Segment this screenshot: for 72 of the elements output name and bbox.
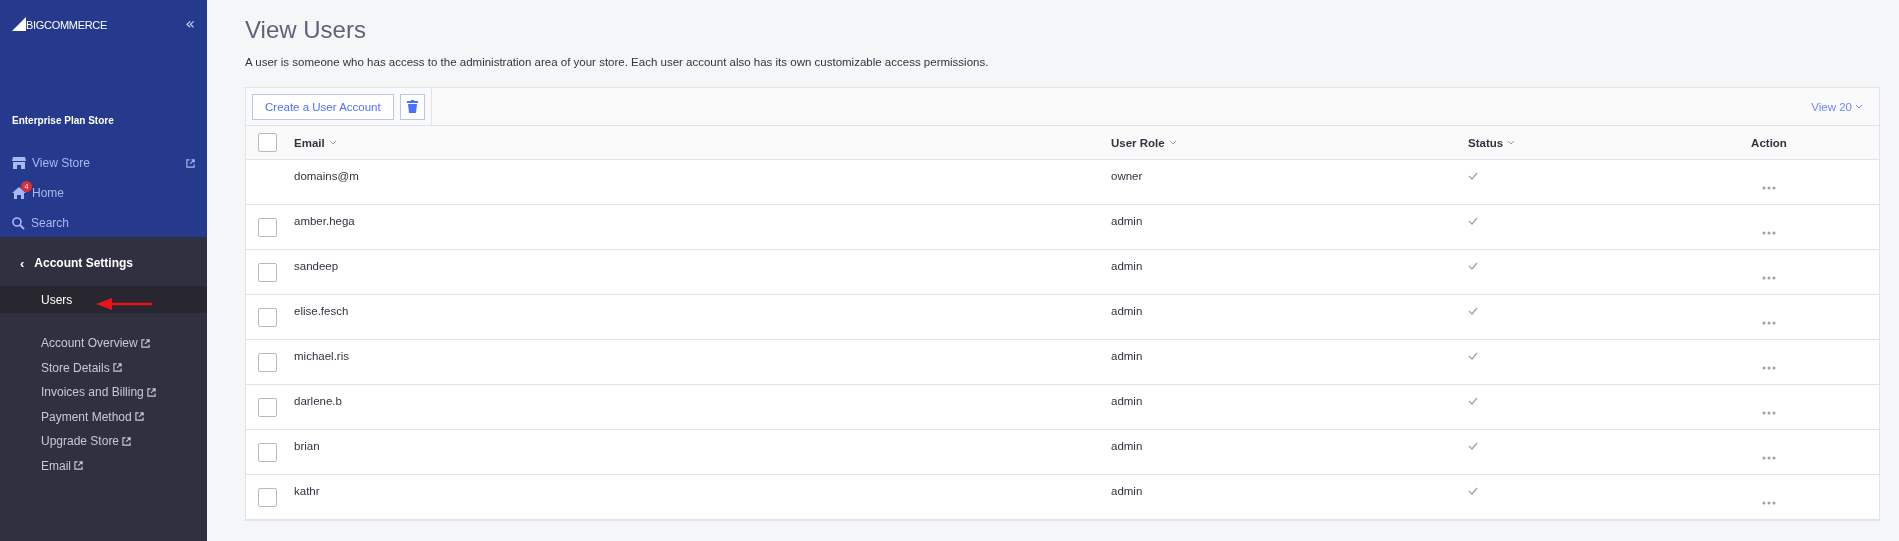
arrow-drawing [96, 298, 152, 310]
nav-label: Home [32, 186, 65, 200]
link-label: Payment Method [41, 409, 132, 424]
link-label: Invoices and Billing [41, 385, 144, 400]
column-header[interactable]: Email [294, 136, 1111, 149]
delete-button[interactable] [399, 93, 425, 120]
row-checkbox[interactable] [258, 487, 277, 507]
submenu-link[interactable]: Store Details [0, 355, 207, 380]
submenu-item[interactable]: Users [0, 286, 207, 313]
email-cell-text: michael.ris [294, 349, 350, 362]
page-title: View Users [245, 16, 367, 44]
role-cell-text: admin [1111, 214, 1144, 227]
search-icon [12, 216, 25, 230]
more-icon[interactable] [1762, 276, 1776, 280]
column-header[interactable]: User Role [1111, 136, 1468, 149]
more-icon[interactable] [1762, 456, 1776, 460]
nav-link[interactable]: View Store [12, 152, 195, 174]
role-cell-text: admin [1111, 394, 1144, 407]
column-header: Action [1751, 136, 1787, 149]
email-cell-text: darlene.b [294, 394, 343, 407]
more-icon[interactable] [1762, 321, 1776, 325]
role-cell-text: admin [1111, 484, 1144, 497]
role-cell-text: admin [1111, 439, 1144, 452]
more-icon[interactable] [1762, 411, 1776, 415]
logo-icon [12, 16, 26, 31]
create-user-button[interactable]: Create a User Account [252, 93, 394, 120]
link-label: Email [41, 458, 71, 473]
column-header[interactable]: Status [1468, 136, 1659, 149]
collapse-button[interactable]: « [185, 14, 195, 33]
more-icon[interactable] [1762, 186, 1776, 190]
row-checkbox[interactable] [258, 352, 277, 372]
email-cell-text: sandeep [294, 259, 340, 272]
page-description: A user is someone who has access to the administration area of your store. Each user account also has its own customizable access permissions. [245, 56, 990, 68]
more-icon[interactable] [1762, 231, 1776, 235]
row-checkbox[interactable] [258, 307, 277, 327]
role-cell-text: admin [1111, 304, 1144, 317]
submenu-link[interactable]: Upgrade Store [0, 429, 207, 454]
email-cell-text: brian [294, 439, 321, 452]
submenu-link[interactable]: Account Overview [0, 331, 207, 356]
sort-caret-icon [328, 140, 337, 145]
row-checkbox[interactable] [258, 217, 277, 237]
caret-icon [1855, 104, 1863, 109]
role-cell-text: admin [1111, 259, 1144, 272]
row-checkbox[interactable] [258, 262, 277, 282]
submenu-link[interactable]: Email [0, 453, 207, 478]
link-label: Account Overview [41, 336, 138, 351]
trash-icon [406, 100, 418, 113]
select-all-checkbox[interactable] [258, 133, 277, 152]
email-cell-text: kathr [294, 484, 321, 497]
submenu-link[interactable]: Invoices and Billing [0, 380, 207, 405]
more-icon[interactable] [1762, 366, 1776, 370]
email-cell-text: amber.hega [294, 214, 356, 227]
sort-caret-icon [1507, 140, 1516, 145]
link-label: Upgrade Store [41, 434, 120, 449]
brand-name: BIGCOMMERCE [26, 18, 108, 31]
more-icon[interactable] [1762, 501, 1776, 505]
row-checkbox[interactable] [258, 442, 277, 462]
email-cell-text: elise.fesch [294, 304, 350, 317]
home-icon [12, 187, 26, 199]
sort-caret-icon [1168, 140, 1177, 145]
storefront-icon [12, 157, 26, 169]
role-cell-text: owner [1111, 169, 1144, 182]
back-link[interactable]: ‹ Account Settings [0, 251, 207, 275]
nav-label: View Store [32, 156, 91, 170]
role-cell-text: admin [1111, 349, 1144, 362]
row-checkbox[interactable] [258, 397, 277, 417]
link-label: Store Details [41, 360, 110, 375]
nav-link[interactable]: Search [12, 212, 195, 234]
store-plan: Enterprise Plan Store [12, 115, 115, 126]
nav-label: Search [31, 216, 71, 230]
submenu-link[interactable]: Payment Method [0, 404, 207, 429]
email-cell-text: domains@m [294, 169, 360, 182]
